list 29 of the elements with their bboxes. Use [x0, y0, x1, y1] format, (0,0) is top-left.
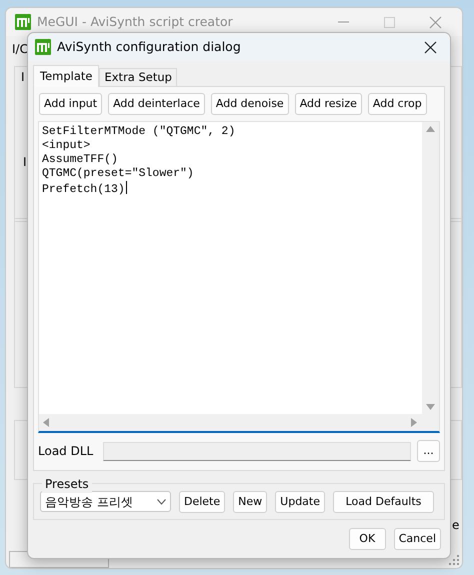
template-button[interactable]: Add input — [39, 93, 102, 115]
preset-button[interactable]: New — [233, 491, 268, 513]
code-line: AssumeTFF() — [42, 153, 118, 167]
tab[interactable]: Template — [33, 65, 100, 87]
code-line: SetFilterMTMode ("QTGMC", 2) — [42, 125, 236, 139]
tab[interactable]: I/C — [12, 40, 28, 58]
template-button[interactable]: Add denoise — [210, 93, 289, 115]
template-button[interactable]: Add resize — [294, 93, 362, 115]
template-button[interactable]: Add crop — [368, 93, 427, 115]
preset-button[interactable]: Update — [275, 491, 325, 513]
selected-preset: 음악방송 프리셋 — [45, 494, 133, 510]
window-title: AviSynth configuration dialog — [57, 38, 241, 56]
script-editor[interactable]: SetFilterMTMode ("QTGMC", 2) <input> AssumeTFF() QTGMC(preset="Slower") Prefetch(13) — [38, 121, 440, 433]
button-label: e — [452, 517, 460, 534]
field-label: Load DLL — [38, 443, 94, 460]
dialog-button[interactable]: OK — [348, 528, 386, 550]
browse-button[interactable]: ... — [417, 440, 440, 462]
preset-dropdown[interactable]: 음악방송 프리셋 — [40, 491, 171, 512]
code-line: Prefetch(13) — [42, 181, 127, 197]
group-label: I — [21, 69, 25, 86]
template-button[interactable]: Add deinterlace — [108, 93, 205, 115]
code-line: QTGMC(preset="Slower") — [42, 167, 194, 181]
window-title: MeGUI - AviSynth script creator — [37, 12, 233, 31]
preset-button[interactable]: Load Defaults — [333, 491, 434, 513]
code-line: <input> — [42, 139, 90, 153]
tab[interactable]: Extra Setup — [99, 68, 177, 86]
dialog-button[interactable]: Cancel — [394, 528, 441, 550]
group-label: I — [23, 154, 27, 171]
preset-button[interactable]: Delete — [179, 491, 226, 513]
